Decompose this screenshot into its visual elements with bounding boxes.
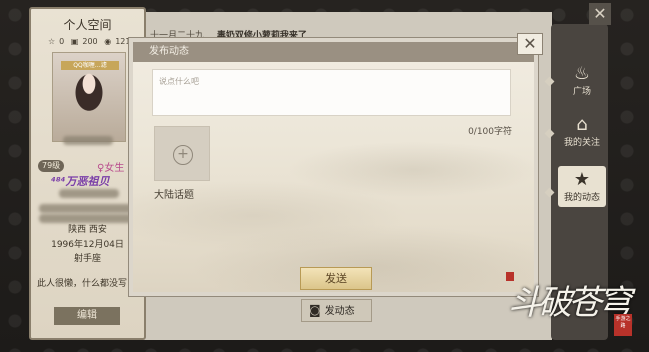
zodiac: 射手座	[73, 254, 101, 264]
avatar-tag: QQ咖喱…滤	[61, 61, 119, 70]
blurred-text	[63, 136, 113, 145]
star-icon: ★	[573, 169, 591, 190]
eye-icon: ◉	[104, 37, 112, 46]
profile-stats: ☆ 0 ▣ 200 ◉ 121	[48, 37, 134, 46]
char-count: 0/100字符	[468, 127, 512, 137]
camera-icon: ◙	[309, 303, 321, 317]
topic-label[interactable]: 大陆话题	[154, 186, 194, 201]
pavilion-icon: ⌂	[576, 114, 588, 135]
gender-label: ♀女生	[97, 159, 124, 174]
nav-item-following[interactable]: ⌂ 我的关注	[558, 114, 606, 149]
publish-modal: 发布动态 说点什么吧 0/100字符 + 大陆话题 发送	[129, 38, 538, 296]
birthday: 1996年12月04日	[51, 240, 124, 250]
likes-count: 0	[59, 37, 65, 46]
close-icon[interactable]: ✕	[589, 3, 611, 25]
nav-item-my-posts[interactable]: ★ 我的动态	[558, 166, 606, 207]
profile-title: 个人空间	[63, 18, 112, 32]
star-icon: ☆	[48, 37, 56, 46]
add-image-button[interactable]: +	[154, 126, 210, 181]
modal-title: 发布动态	[133, 42, 534, 62]
location: 陕西 西安	[68, 225, 107, 235]
modal-close-icon[interactable]: ✕	[517, 33, 543, 55]
nav-item-label: 我的动态	[563, 193, 600, 203]
nav-item-label: 我的关注	[563, 138, 600, 148]
logo-seal: 手游之路	[614, 314, 632, 336]
send-button[interactable]: 发送	[300, 267, 372, 290]
post-button-label: 发动态	[324, 306, 355, 317]
guild-name: ⁴⁸⁴万恶祖贝	[51, 175, 110, 188]
post-button[interactable]: ◙ 发动态	[301, 299, 372, 322]
post-text-input[interactable]: 说点什么吧	[152, 69, 511, 116]
nav-item-plaza[interactable]: ♨ 广场	[558, 63, 606, 98]
gift-icon: ▣	[70, 37, 79, 46]
flame-icon: ♨	[573, 63, 591, 84]
views-count: 200	[82, 37, 98, 46]
nav-item-label: 广场	[572, 87, 591, 97]
blurred-text	[39, 204, 137, 213]
edit-button[interactable]: 编辑	[54, 307, 120, 325]
level-badge: 79级	[38, 160, 65, 172]
plus-icon: +	[173, 145, 193, 165]
blurred-text	[59, 189, 119, 198]
